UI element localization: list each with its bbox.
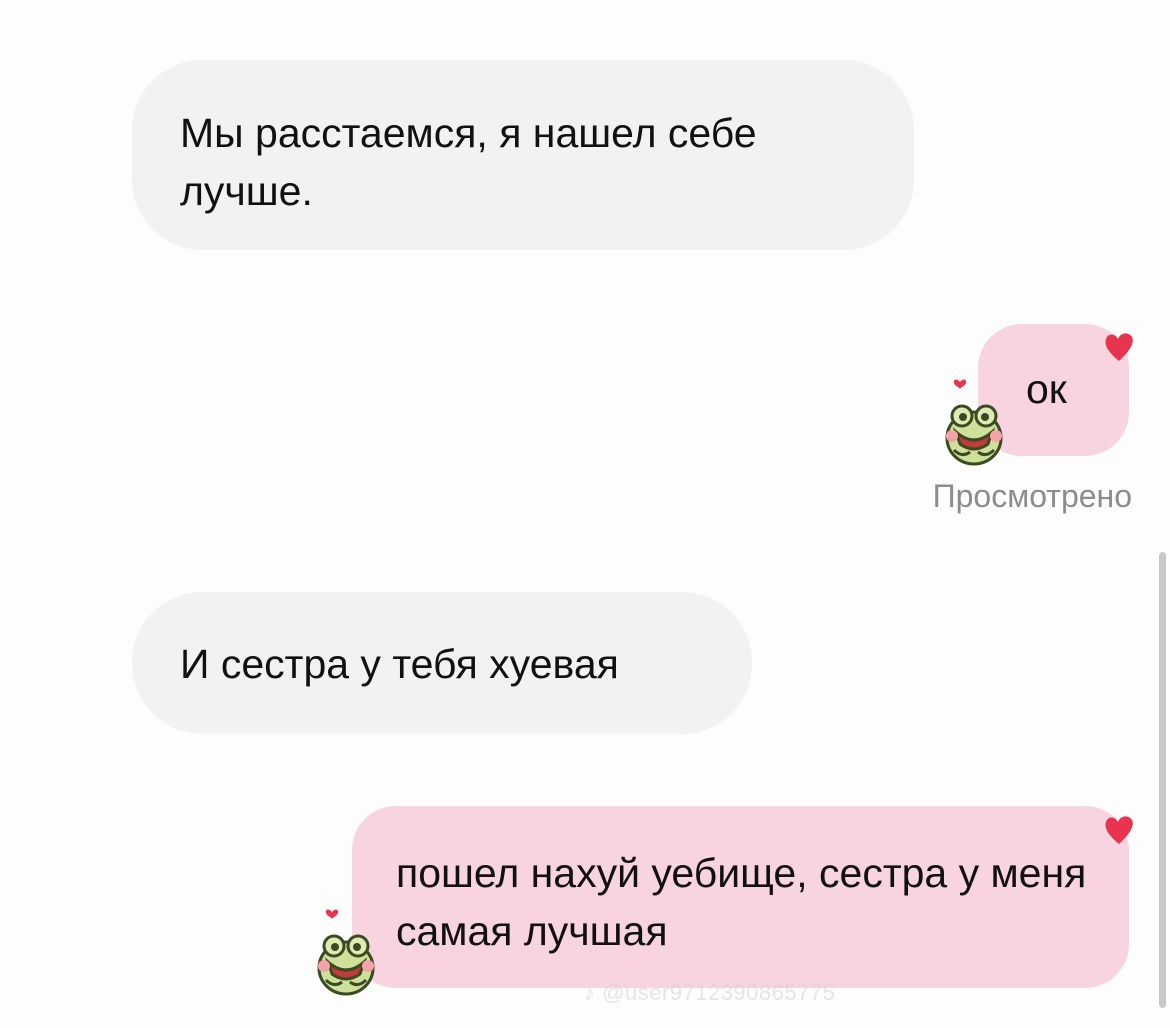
chat-view: Мы расстаемся, я нашел себе лучше. ок Пр… [0,0,1170,1028]
message-text: Мы расстаемся, я нашел себе лучше. [180,110,757,214]
outgoing-message-bubble[interactable]: пошел нахуй уебище, сестра у меня самая … [352,806,1129,988]
message-text: ок [1026,366,1067,412]
heart-reaction-icon [1105,333,1133,361]
watermark-username: @user9712390865775 [602,980,836,1005]
heart-reaction-icon [1105,816,1133,844]
frog-love-sticker-icon [945,379,1003,466]
incoming-message-bubble[interactable]: Мы расстаемся, я нашел себе лучше. [132,60,914,250]
message-text: И сестра у тебя хуевая [180,641,619,687]
frog-love-sticker-icon [317,909,375,996]
scrollbar[interactable] [1159,552,1166,1008]
tiktok-watermark: ♪ @user9712390865775 [584,980,835,1006]
tiktok-logo-icon: ♪ [584,980,596,1005]
incoming-message-bubble[interactable]: И сестра у тебя хуевая [132,592,752,734]
read-receipt: Просмотрено [932,478,1132,514]
message-text: пошел нахуй уебище, сестра у меня самая … [396,850,1087,954]
